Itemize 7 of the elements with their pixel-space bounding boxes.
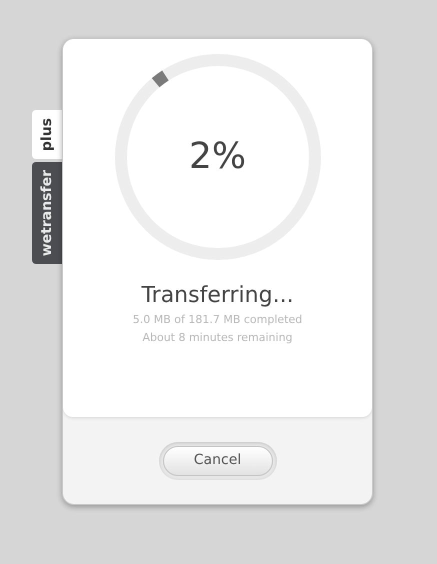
- time-remaining: About 8 minutes remaining: [142, 330, 293, 346]
- progress-percent: 2%: [188, 135, 246, 179]
- status-title: Transferring...: [141, 282, 294, 310]
- cancel-button[interactable]: Cancel: [162, 446, 272, 476]
- side-tab[interactable]: wetransfer: [32, 162, 62, 264]
- transfer-detail: 5.0 MB of 181.7 MB completed: [132, 312, 302, 328]
- side-tab[interactable]: plus: [32, 110, 62, 160]
